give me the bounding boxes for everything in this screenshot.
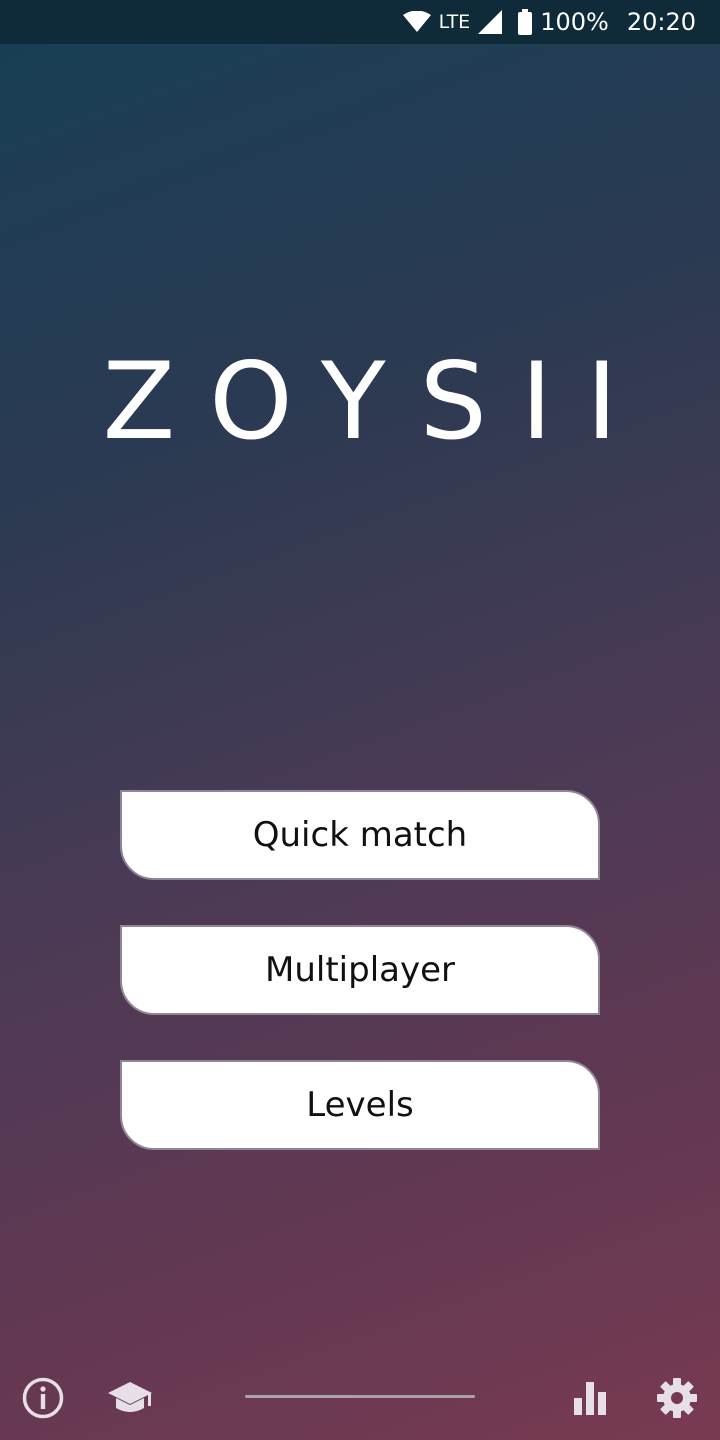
wifi-icon — [402, 11, 431, 33]
stats-icon[interactable] — [566, 1368, 614, 1428]
tutorial-cap-icon[interactable] — [106, 1368, 154, 1428]
app-title: ZOYSII — [102, 340, 652, 463]
network-type: LTE — [438, 11, 471, 33]
bottom-divider — [245, 1395, 475, 1398]
battery-percentage: 100% — [540, 8, 609, 36]
settings-gear-icon[interactable] — [653, 1368, 701, 1428]
status-bar: LTE 100% 20:20 — [0, 0, 720, 44]
multiplayer-button[interactable]: Multiplayer — [120, 925, 600, 1015]
info-icon[interactable] — [19, 1368, 67, 1428]
signal-icon — [478, 10, 503, 34]
levels-button[interactable]: Levels — [120, 1060, 600, 1150]
quick-match-button[interactable]: Quick match — [120, 790, 600, 880]
bottom-bar — [0, 1368, 720, 1428]
status-time: 20:20 — [626, 8, 696, 36]
battery-icon — [518, 9, 533, 35]
